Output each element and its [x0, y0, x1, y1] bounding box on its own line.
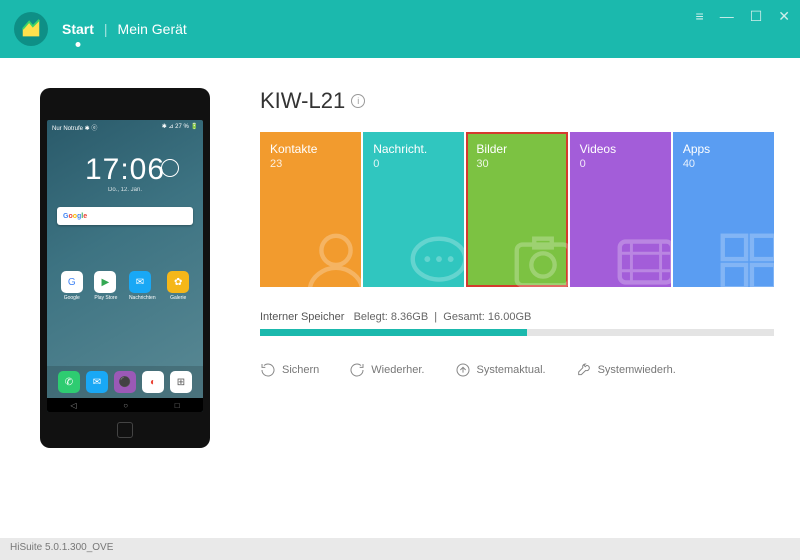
main-column: KIW-L21 i Kontakte 23 Nachricht. 0 Bilde…: [230, 88, 774, 448]
category-tiles: Kontakte 23 Nachricht. 0 Bilder 30 Video…: [260, 132, 774, 287]
tile-label: Nachricht.: [373, 142, 454, 156]
tile-pictures[interactable]: Bilder 30: [466, 132, 567, 287]
menu-icon[interactable]: ≡: [696, 8, 704, 25]
phone-nav-keys: ◁○□: [47, 398, 203, 412]
device-title-row: KIW-L21 i: [260, 88, 774, 114]
title-bar: Start | Mein Gerät ≡ ― ☐ ✕: [0, 0, 800, 58]
messages-icon: [404, 227, 464, 287]
storage-used-label: Belegt:: [354, 311, 388, 323]
recovery-icon: [576, 362, 592, 378]
nav-tabs: Start | Mein Gerät: [62, 21, 187, 37]
nav-separator: |: [104, 21, 108, 37]
phone-dock: ✆ ✉ ⚫ ◐ ⊞: [47, 366, 203, 398]
videos-icon: [611, 227, 671, 287]
phone-mockup: Nur Notrufe ✱ ⓔ ✱ ⊿ 27 % 🔋 17:06 Do., 12…: [40, 88, 210, 448]
tile-count: 40: [683, 158, 764, 170]
nav-my-device[interactable]: Mein Gerät: [118, 21, 187, 37]
storage-progress-fill: [260, 329, 527, 336]
update-icon: [455, 362, 471, 378]
phone-google-search: Google: [57, 207, 193, 225]
content-area: Nur Notrufe ✱ ⓔ ✱ ⊿ 27 % 🔋 17:06 Do., 12…: [0, 58, 800, 448]
phone-screen: Nur Notrufe ✱ ⓔ ✱ ⊿ 27 % 🔋 17:06 Do., 12…: [47, 120, 203, 412]
tile-videos[interactable]: Videos 0: [570, 132, 671, 287]
action-system-recovery[interactable]: Systemwiederh.: [576, 362, 676, 378]
action-row: Sichern Wiederher. Systemaktual. Systemw…: [260, 362, 774, 378]
phone-status-bar: Nur Notrufe ✱ ⓔ ✱ ⊿ 27 % 🔋: [47, 120, 203, 135]
info-icon[interactable]: i: [351, 94, 365, 108]
storage-section: Interner Speicher Belegt: 8.36GB | Gesam…: [260, 311, 774, 336]
storage-total-label: Gesamt:: [443, 311, 485, 323]
phone-status-right: ✱ ⊿ 27 % 🔋: [162, 123, 198, 132]
action-label: Sichern: [282, 364, 319, 376]
action-label: Systemwiederh.: [598, 364, 676, 376]
tile-label: Kontakte: [270, 142, 351, 156]
contacts-icon: [301, 227, 361, 287]
tile-count: 23: [270, 158, 351, 170]
storage-total-value: 16.00GB: [488, 311, 531, 323]
tile-count: 0: [580, 158, 661, 170]
phone-preview-column: Nur Notrufe ✱ ⓔ ✱ ⊿ 27 % 🔋 17:06 Do., 12…: [40, 88, 230, 448]
storage-progress: [260, 329, 774, 336]
apps-icon: [714, 227, 774, 287]
phone-clock: 17:06: [47, 153, 203, 187]
nav-start[interactable]: Start: [62, 21, 94, 37]
window-controls: ≡ ― ☐ ✕: [696, 8, 790, 25]
tile-apps[interactable]: Apps 40: [673, 132, 774, 287]
status-bar: HiSuite 5.0.1.300_OVE: [0, 538, 800, 560]
action-restore[interactable]: Wiederher.: [349, 362, 424, 378]
storage-text: Interner Speicher Belegt: 8.36GB | Gesam…: [260, 311, 774, 323]
restore-icon: [349, 362, 365, 378]
tile-messages[interactable]: Nachricht. 0: [363, 132, 464, 287]
action-label: Systemaktual.: [477, 364, 546, 376]
tile-label: Videos: [580, 142, 661, 156]
action-system-update[interactable]: Systemaktual.: [455, 362, 546, 378]
device-name: KIW-L21: [260, 88, 345, 114]
phone-app-row: GGoogle ▶Play Store ✉Nachrichten ✿Galeri…: [47, 271, 203, 301]
app-logo: [14, 12, 48, 46]
version-label: HiSuite 5.0.1.300_OVE: [10, 542, 113, 553]
phone-date: Do., 12. Jan.: [47, 187, 203, 193]
storage-used-value: 8.36GB: [391, 311, 428, 323]
close-button[interactable]: ✕: [778, 8, 790, 25]
action-label: Wiederher.: [371, 364, 424, 376]
pictures-icon: [508, 227, 568, 287]
maximize-button[interactable]: ☐: [750, 8, 763, 25]
tile-contacts[interactable]: Kontakte 23: [260, 132, 361, 287]
tile-label: Bilder: [476, 142, 557, 156]
tile-count: 0: [373, 158, 454, 170]
minimize-button[interactable]: ―: [720, 8, 734, 25]
action-backup[interactable]: Sichern: [260, 362, 319, 378]
backup-icon: [260, 362, 276, 378]
tile-label: Apps: [683, 142, 764, 156]
storage-label: Interner Speicher: [260, 311, 344, 323]
tile-count: 30: [476, 158, 557, 170]
phone-status-left: Nur Notrufe ✱ ⓔ: [52, 123, 97, 132]
